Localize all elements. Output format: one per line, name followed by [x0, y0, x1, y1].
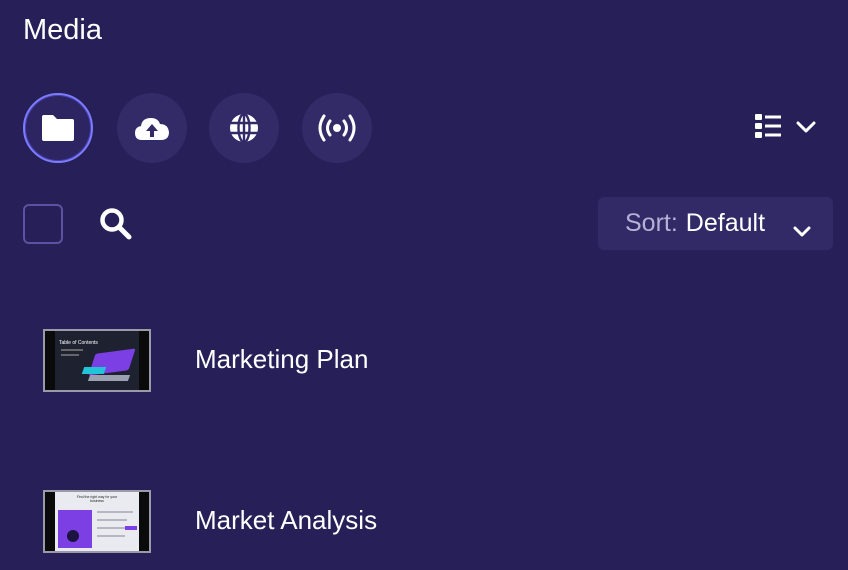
sort-dropdown[interactable]: Sort: Default — [598, 197, 833, 250]
thumbnail-caption: Find the right way for your business — [76, 495, 118, 503]
web-source-button[interactable] — [209, 93, 279, 163]
view-mode-toggle[interactable] — [754, 112, 816, 145]
live-source-button[interactable] — [302, 93, 372, 163]
media-thumbnail: Table of Contents — [43, 329, 151, 392]
globe-icon — [227, 111, 261, 145]
item-title: Marketing Plan — [195, 344, 369, 374]
select-all-checkbox[interactable] — [23, 204, 63, 244]
page-title: Media — [23, 14, 102, 46]
chevron-down-icon — [793, 216, 811, 245]
folder-source-button[interactable] — [23, 93, 93, 163]
thumbnail-caption: Table of Contents — [59, 340, 98, 346]
list-item[interactable]: Find the right way for your business Mar… — [43, 490, 377, 553]
list-item[interactable]: Table of Contents Marketing Plan — [43, 329, 368, 392]
broadcast-icon — [316, 113, 358, 143]
sort-label: Sort: — [625, 209, 678, 237]
list-view-icon — [754, 112, 782, 145]
item-title: Market Analysis — [195, 505, 378, 535]
sort-value: Default — [685, 209, 766, 237]
search-icon[interactable] — [99, 207, 133, 246]
media-thumbnail: Find the right way for your business — [43, 490, 151, 553]
chevron-down-icon — [796, 120, 816, 138]
cloud-upload-icon — [133, 114, 171, 142]
folder-icon — [40, 113, 76, 143]
upload-source-button[interactable] — [117, 93, 187, 163]
